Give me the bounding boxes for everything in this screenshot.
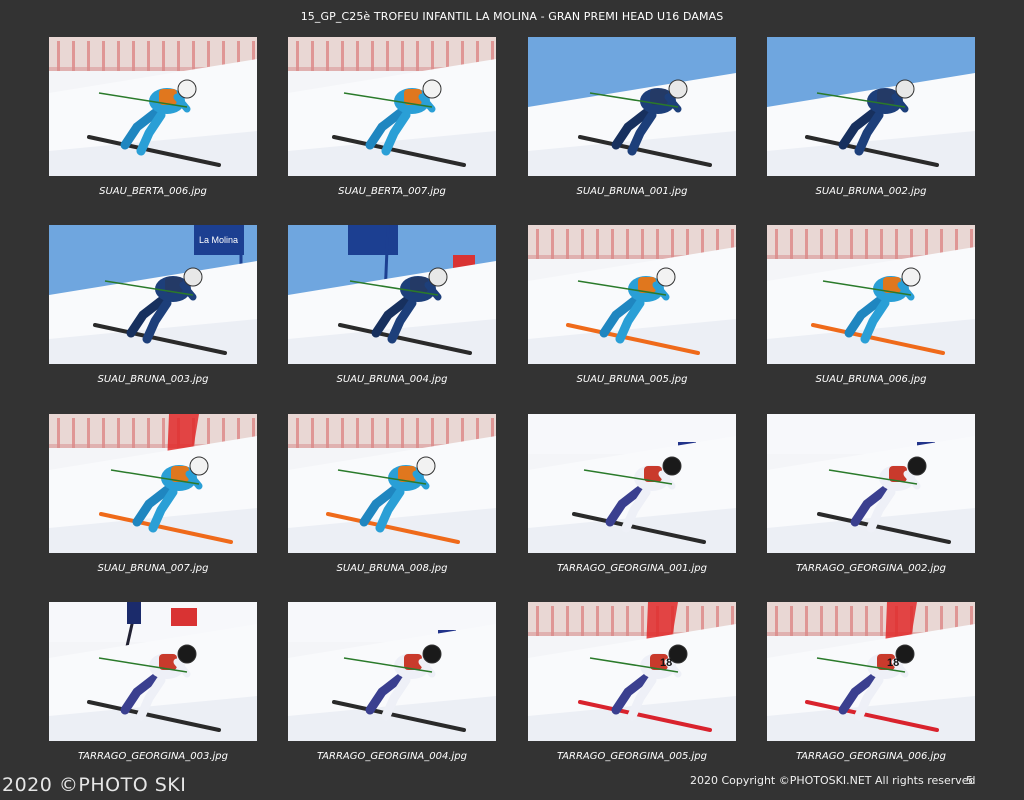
photo-thumbnail-cell[interactable]: TARRAGO_GEORGINA_004.jpg [288,602,496,772]
skier-photo [49,602,257,741]
photo-thumbnail[interactable]: La Molina [49,225,257,364]
skier-photo [288,414,496,553]
skier-photo: La Molina [49,225,257,364]
skier-photo: 18 [528,602,736,741]
photo-filename: TARRAGO_GEORGINA_001.jpg [556,563,708,574]
photo-thumbnail[interactable] [288,225,496,364]
photo-thumbnail-cell[interactable]: SUAU_BRUNA_001.jpg [528,37,736,207]
photo-thumbnail-cell[interactable]: SUAU_BRUNA_007.jpg [49,414,257,584]
skier-photo: 18 [767,602,975,741]
photo-filename: SUAU_BERTA_006.jpg [99,186,207,197]
photo-thumbnail-cell[interactable]: SUAU_BERTA_007.jpg [288,37,496,207]
photo-filename: SUAU_BRUNA_003.jpg [97,374,209,385]
photo-thumbnail[interactable] [528,225,736,364]
photo-thumbnail[interactable] [288,37,496,176]
page-number: 5 [966,774,973,787]
photo-thumbnail-cell[interactable]: 18 TARRAGO_GEORGINA_006.jpg [767,602,975,772]
photo-thumbnail[interactable]: 18 [767,602,975,741]
skier-photo [49,414,257,553]
photo-filename: SUAU_BRUNA_008.jpg [336,563,448,574]
photo-thumbnail-cell[interactable]: SUAU_BRUNA_004.jpg [288,225,496,395]
photo-thumbnail[interactable] [528,37,736,176]
photo-thumbnail-cell[interactable]: SUAU_BRUNA_008.jpg [288,414,496,584]
photo-filename: TARRAGO_GEORGINA_002.jpg [795,563,947,574]
photo-filename: SUAU_BRUNA_002.jpg [815,186,927,197]
photo-thumbnail[interactable] [767,37,975,176]
skier-photo [767,414,975,553]
skier-photo [767,37,975,176]
photo-thumbnail[interactable] [288,602,496,741]
photo-filename: SUAU_BRUNA_004.jpg [336,374,448,385]
photo-thumbnail[interactable] [767,225,975,364]
photo-thumbnail-cell[interactable]: 18 TARRAGO_GEORGINA_005.jpg [528,602,736,772]
photo-thumbnail[interactable] [49,414,257,553]
skier-photo [288,37,496,176]
bib-number: 18 [887,657,899,669]
photo-filename: SUAU_BRUNA_006.jpg [815,374,927,385]
photo-thumbnail-cell[interactable]: SUAU_BRUNA_002.jpg [767,37,975,207]
photo-thumbnail[interactable] [528,414,736,553]
photo-filename: SUAU_BERTA_007.jpg [338,186,446,197]
bib-number: 18 [660,657,672,669]
photo-filename: SUAU_BRUNA_001.jpg [576,186,688,197]
photo-thumbnail-cell[interactable]: SUAU_BERTA_006.jpg [49,37,257,207]
skier-photo [528,225,736,364]
copyright-notice: 2020 Copyright ©PHOTOSKI.NET All rights … [690,774,976,787]
watermark: 2020 ©PHOTO SKI [2,774,187,796]
photo-filename: TARRAGO_GEORGINA_005.jpg [556,751,708,762]
photo-thumbnail[interactable] [49,37,257,176]
photo-thumbnail-cell[interactable]: SUAU_BRUNA_005.jpg [528,225,736,395]
photo-filename: TARRAGO_GEORGINA_004.jpg [316,751,468,762]
contact-sheet-grid: SUAU_BERTA_006.jpg SUAU_BERTA_007.jpg SUAU… [0,0,1024,800]
photo-thumbnail[interactable] [49,602,257,741]
skier-photo [528,37,736,176]
photo-thumbnail[interactable]: 18 [528,602,736,741]
photo-filename: TARRAGO_GEORGINA_006.jpg [795,751,947,762]
photo-thumbnail-cell[interactable]: TARRAGO_GEORGINA_001.jpg [528,414,736,584]
photo-thumbnail[interactable] [288,414,496,553]
photo-thumbnail[interactable] [767,414,975,553]
photo-thumbnail-cell[interactable]: TARRAGO_GEORGINA_002.jpg [767,414,975,584]
skier-photo [288,225,496,364]
skier-photo [767,225,975,364]
photo-thumbnail-cell[interactable]: TARRAGO_GEORGINA_003.jpg [49,602,257,772]
photo-thumbnail-cell[interactable]: SUAU_BRUNA_006.jpg [767,225,975,395]
banner-text: La Molina [199,235,238,245]
photo-filename: SUAU_BRUNA_005.jpg [576,374,688,385]
skier-photo [49,37,257,176]
photo-filename: TARRAGO_GEORGINA_003.jpg [77,751,229,762]
skier-photo [288,602,496,741]
skier-photo [528,414,736,553]
photo-thumbnail-cell[interactable]: La Molina SUAU_BRUNA_003.jpg [49,225,257,395]
photo-filename: SUAU_BRUNA_007.jpg [97,563,209,574]
